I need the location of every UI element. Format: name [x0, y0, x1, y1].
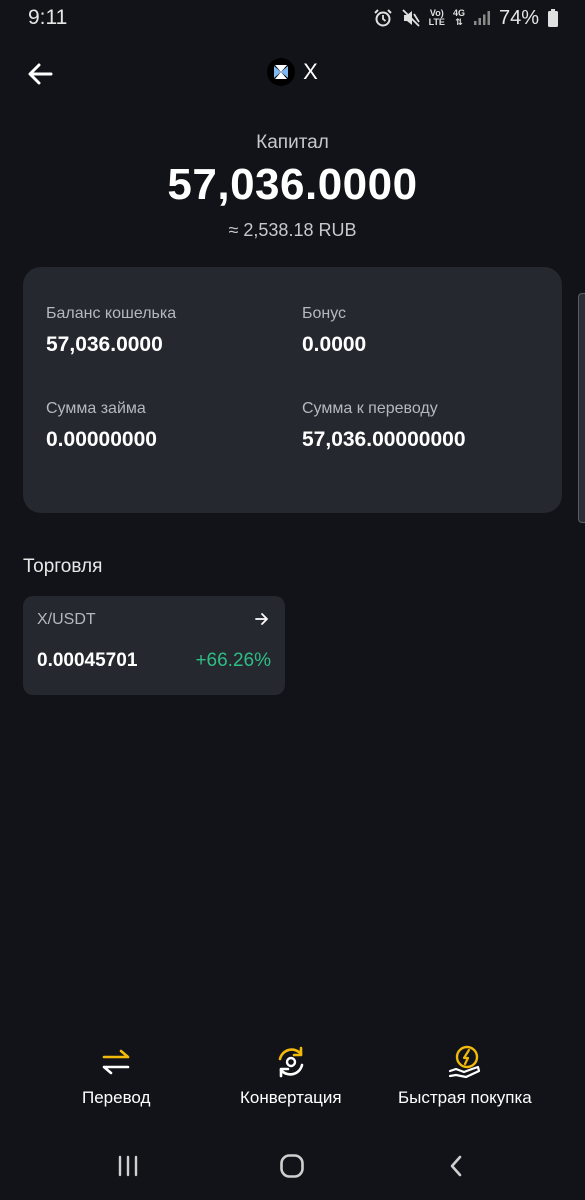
loan-amount-label: Сумма займа [46, 400, 146, 417]
transferable-amount: Сумма к переводу 57,036.00000000 [302, 400, 466, 452]
header: X [0, 48, 585, 100]
loan-amount: Сумма займа 0.00000000 [46, 400, 157, 452]
mute-icon [401, 8, 421, 28]
pair-change: +66.26% [195, 650, 271, 671]
capital-label: Капитал [256, 132, 329, 153]
wallet-balance-label: Баланс кошелька [46, 305, 177, 322]
transfer-icon [98, 1044, 134, 1080]
quick-buy-icon [447, 1044, 483, 1080]
system-navigation-bar [0, 1140, 585, 1192]
volte-icon: Vo) LTE [428, 8, 445, 27]
transfer-label: Перевод [82, 1088, 151, 1107]
battery-icon [547, 8, 559, 28]
recent-apps-icon [118, 1155, 138, 1177]
transferable-amount-label: Сумма к переводу [302, 400, 438, 417]
pair-price: 0.00045701 [37, 650, 138, 671]
quick-buy-label: Быстрая покупка [398, 1088, 532, 1107]
convert-button[interactable]: Конвертация [240, 1044, 342, 1108]
home-icon [280, 1154, 304, 1178]
status-bar: 9:11 Vo) LTE 4G ⇅ 74% [0, 0, 585, 36]
alarm-icon [373, 8, 393, 28]
signal-icon [473, 10, 491, 26]
transfer-button[interactable]: Перевод [82, 1044, 150, 1108]
network-4g-icon: 4G ⇅ [452, 8, 465, 27]
status-time: 9:11 [28, 6, 68, 29]
quick-buy-button[interactable]: Быстрая покупка [398, 1044, 532, 1108]
bonus-value: 0.0000 [302, 333, 367, 356]
x-coin-logo-icon [267, 58, 296, 86]
balances-card: Баланс кошелька 57,036.0000 Бонус 0.0000… [23, 267, 562, 513]
action-bar: Перевод Конвертация Быстрая покупка [0, 1044, 585, 1114]
bonus-label: Бонус [302, 305, 347, 322]
wallet-balance-value: 57,036.0000 [46, 333, 163, 356]
bonus: Бонус 0.0000 [302, 305, 366, 357]
capital-fiat-value: ≈ 2,538.18 RUB [228, 220, 357, 240]
coin-title: X [0, 58, 585, 86]
loan-amount-value: 0.00000000 [46, 428, 157, 451]
trading-pair-card[interactable]: X/USDT 0.00045701 +66.26% [23, 596, 285, 695]
convert-label: Конвертация [240, 1088, 342, 1107]
arrow-right-icon [255, 613, 268, 625]
coin-name: X [303, 59, 318, 84]
status-icons: Vo) LTE 4G ⇅ 74% [373, 7, 559, 30]
home-button[interactable] [272, 1148, 312, 1184]
transferable-amount-value: 57,036.00000000 [302, 428, 466, 451]
convert-icon [273, 1044, 309, 1080]
edge-panel-handle[interactable] [578, 293, 585, 523]
system-back-button[interactable] [436, 1148, 476, 1184]
capital-value: 57,036.0000 [167, 160, 418, 209]
trading-section-title: Торговля [23, 556, 103, 577]
wallet-balance: Баланс кошелька 57,036.0000 [46, 305, 176, 357]
recent-apps-button[interactable] [108, 1148, 148, 1184]
battery-percent: 74% [498, 6, 539, 29]
back-icon [450, 1155, 462, 1177]
pair-name: X/USDT [37, 611, 96, 628]
